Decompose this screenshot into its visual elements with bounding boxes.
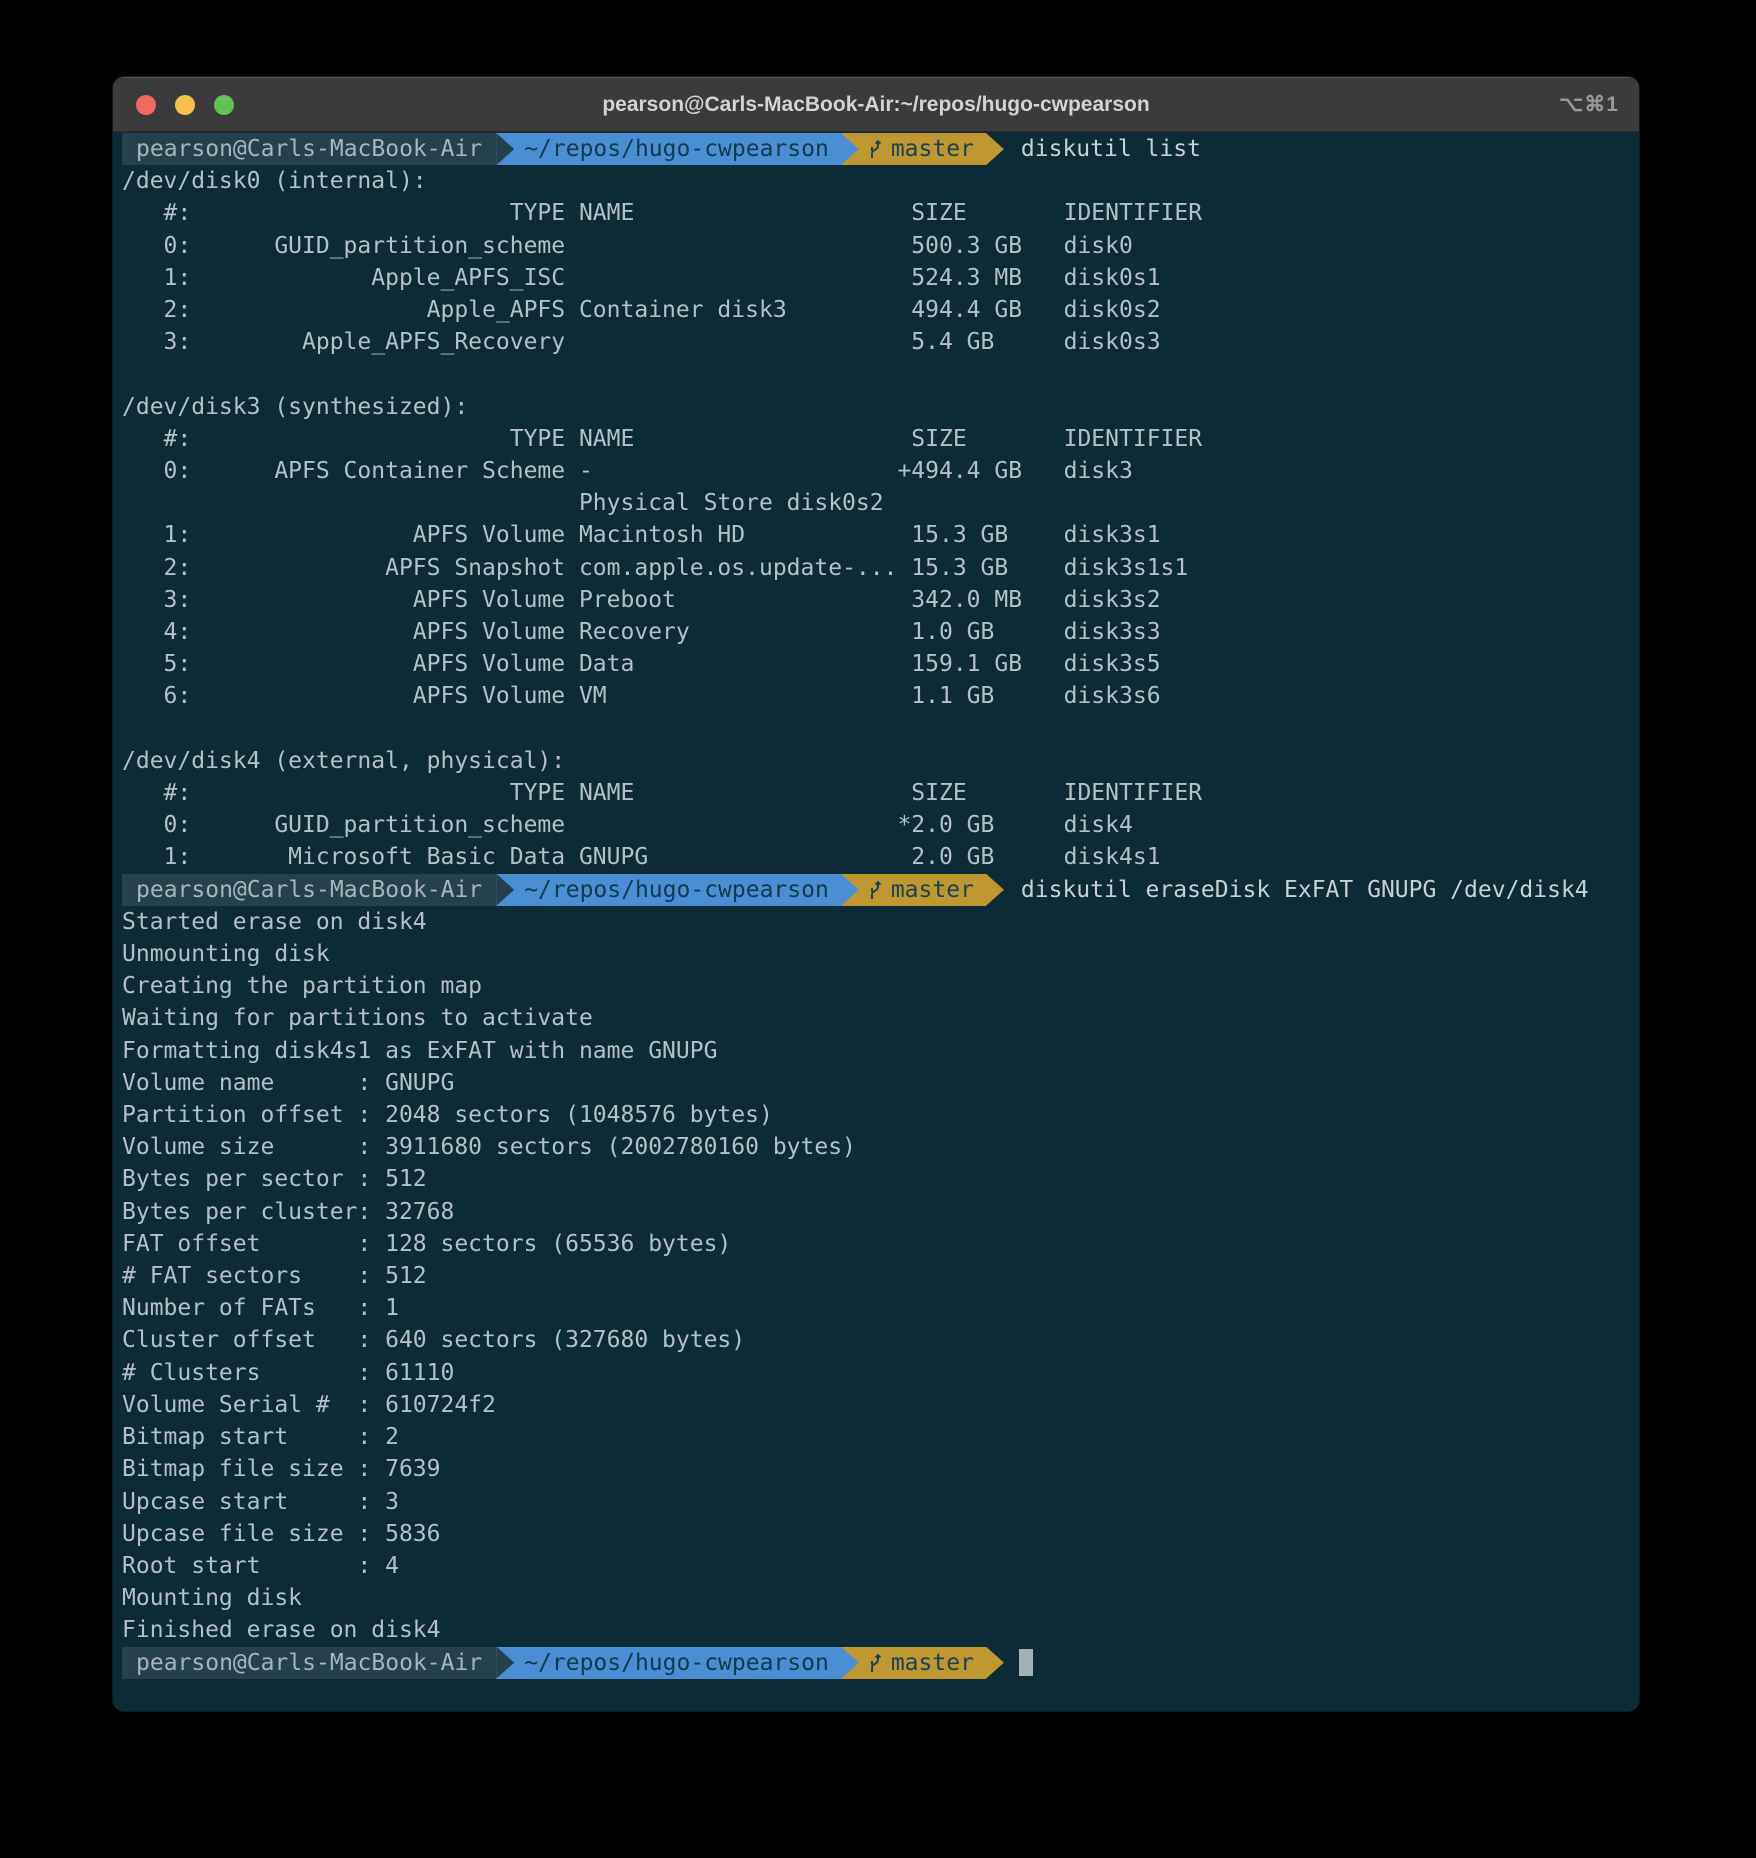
prompt-user-host: pearson@Carls-MacBook-Air [122, 1647, 496, 1679]
prompt-git-segment: master [859, 1647, 986, 1679]
powerline-arrow-icon [841, 133, 859, 165]
command-text-diskutil-list: diskutil list [1021, 133, 1201, 165]
diskutil-list-output: /dev/disk0 (internal): #: TYPE NAME SIZE… [122, 165, 1639, 873]
prompt-user-host: pearson@Carls-MacBook-Air [122, 133, 496, 165]
close-button[interactable] [136, 95, 156, 115]
traffic-lights [113, 95, 234, 115]
prompt-directory: ~/repos/hugo-cwpearson [514, 1647, 841, 1679]
git-branch-label: master [891, 1647, 974, 1679]
git-branch-label: master [891, 874, 974, 906]
prompt-git-segment: master [859, 874, 986, 906]
shell-prompt-3: pearson@Carls-MacBook-Air ~/repos/hugo-c… [122, 1647, 1639, 1679]
terminal-cursor[interactable] [1019, 1649, 1033, 1676]
shell-prompt-1: pearson@Carls-MacBook-Air ~/repos/hugo-c… [122, 133, 1639, 165]
powerline-arrow-icon [841, 1647, 859, 1679]
shell-prompt-2: pearson@Carls-MacBook-Air ~/repos/hugo-c… [122, 874, 1639, 906]
terminal-content[interactable]: pearson@Carls-MacBook-Air ~/repos/hugo-c… [113, 132, 1639, 1711]
prompt-git-segment: master [859, 133, 986, 165]
prompt-directory: ~/repos/hugo-cwpearson [514, 874, 841, 906]
zoom-button[interactable] [214, 95, 234, 115]
powerline-arrow-icon [841, 874, 859, 906]
powerline-arrow-icon [986, 1647, 1004, 1679]
powerline-arrow-icon [496, 133, 514, 165]
git-branch-label: master [891, 133, 974, 165]
command-text-diskutil-erase: diskutil eraseDisk ExFAT GNUPG /dev/disk… [1021, 874, 1589, 906]
powerline-arrow-icon [986, 133, 1004, 165]
powerline-arrow-icon [986, 874, 1004, 906]
powerline-arrow-icon [496, 874, 514, 906]
powerline-arrow-icon [496, 1647, 514, 1679]
titlebar[interactable]: pearson@Carls-MacBook-Air:~/repos/hugo-c… [113, 77, 1639, 132]
terminal-window: pearson@Carls-MacBook-Air:~/repos/hugo-c… [113, 77, 1639, 1711]
minimize-button[interactable] [175, 95, 195, 115]
window-shortcut-hint: ⌥⌘1 [1559, 92, 1639, 117]
git-branch-icon [867, 879, 883, 901]
git-branch-icon [867, 138, 883, 160]
prompt-user-host: pearson@Carls-MacBook-Air [122, 874, 496, 906]
window-title: pearson@Carls-MacBook-Air:~/repos/hugo-c… [113, 93, 1639, 117]
prompt-directory: ~/repos/hugo-cwpearson [514, 133, 841, 165]
diskutil-erase-output: Started erase on disk4 Unmounting disk C… [122, 906, 1639, 1647]
git-branch-icon [867, 1652, 883, 1674]
